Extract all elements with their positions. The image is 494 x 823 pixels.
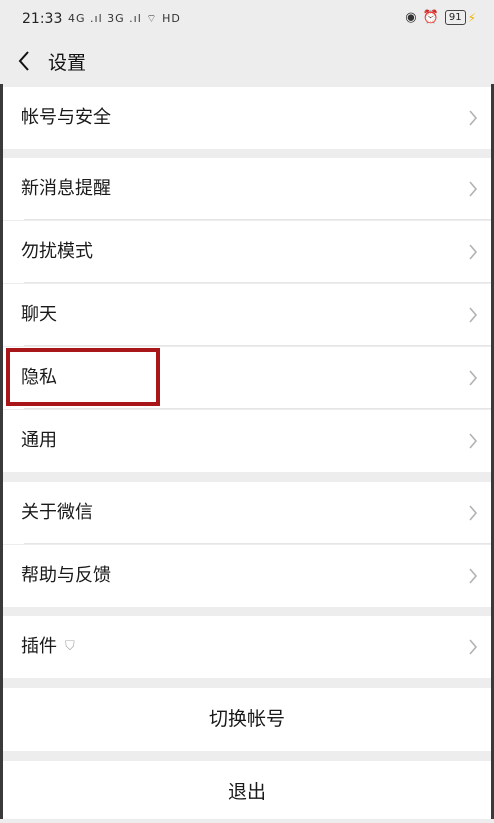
divider bbox=[24, 408, 491, 409]
navigation-bar: 设置 bbox=[0, 38, 494, 84]
alarm-icon: ⏰ bbox=[422, 10, 439, 25]
status-time: 21:33 bbox=[22, 11, 63, 27]
about-wechat-row[interactable]: 关于微信 bbox=[3, 482, 491, 544]
chevron-right-icon bbox=[469, 568, 478, 584]
row-label: 插件 ⛉ bbox=[21, 616, 75, 678]
divider bbox=[24, 282, 491, 283]
highlight-box bbox=[6, 348, 160, 406]
row-label: 聊天 bbox=[21, 304, 57, 325]
row-label: 通用 bbox=[21, 430, 57, 451]
row-label: 勿扰模式 bbox=[21, 241, 93, 262]
divider bbox=[24, 345, 491, 346]
divider bbox=[24, 219, 491, 220]
chat-row[interactable]: 聊天 bbox=[3, 284, 491, 346]
status-bar: 21:33 4G .ıl 3G .ıl ⌔ HD ◉ ⏰ 91 ⚡ bbox=[0, 0, 494, 38]
chevron-right-icon bbox=[469, 110, 478, 126]
row-label: 新消息提醒 bbox=[21, 178, 111, 199]
chevron-right-icon bbox=[469, 181, 478, 197]
do-not-disturb-row[interactable]: 勿扰模式 bbox=[3, 221, 491, 283]
wifi-icon: ⌔ bbox=[146, 12, 158, 25]
row-label: 关于微信 bbox=[21, 502, 93, 523]
back-button[interactable] bbox=[18, 46, 46, 76]
chevron-right-icon bbox=[469, 505, 478, 521]
lock-rotation-icon: ◉ bbox=[405, 10, 417, 25]
chevron-right-icon bbox=[469, 307, 478, 323]
switch-account-button[interactable]: 切换帐号 bbox=[3, 688, 491, 751]
back-chevron-icon bbox=[18, 51, 29, 71]
divider bbox=[24, 543, 491, 544]
help-feedback-row[interactable]: 帮助与反馈 bbox=[3, 545, 491, 607]
page-title: 设置 bbox=[48, 52, 87, 74]
shield-icon: ⛉ bbox=[65, 639, 75, 654]
chevron-right-icon bbox=[469, 370, 478, 386]
charging-icon: ⚡ bbox=[467, 10, 476, 25]
new-message-row[interactable]: 新消息提醒 bbox=[3, 158, 491, 220]
chevron-right-icon bbox=[469, 639, 478, 655]
signal-icon: 4G .ıl 3G .ıl ⌔ HD bbox=[68, 12, 181, 25]
status-right: ◉ ⏰ 91 ⚡ bbox=[405, 10, 476, 25]
plugins-row[interactable]: 插件 ⛉ bbox=[3, 616, 491, 678]
chevron-right-icon bbox=[469, 433, 478, 449]
row-label: 帐号与安全 bbox=[21, 107, 111, 128]
logout-button[interactable]: 退出 bbox=[3, 761, 491, 819]
account-security-row[interactable]: 帐号与安全 bbox=[3, 87, 491, 149]
chevron-right-icon bbox=[469, 244, 478, 260]
row-label: 帮助与反馈 bbox=[21, 565, 111, 586]
general-row[interactable]: 通用 bbox=[3, 410, 491, 472]
battery-icon: 91 bbox=[444, 10, 466, 25]
